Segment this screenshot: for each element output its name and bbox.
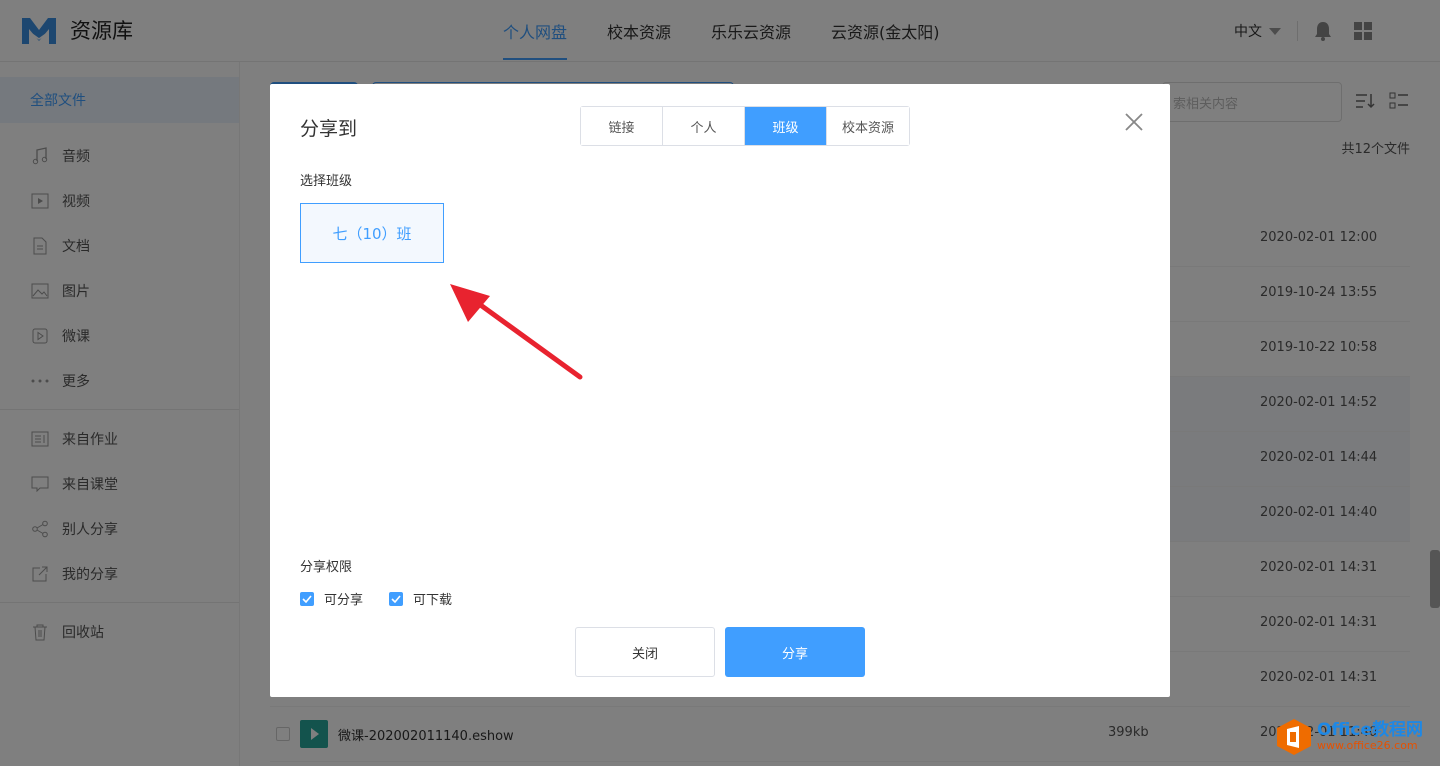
office-logo-icon: [1277, 719, 1311, 755]
checkbox-checked-icon[interactable]: [389, 591, 404, 606]
select-class-label: 选择班级: [300, 174, 353, 189]
watermark-title: Office教程网: [1317, 720, 1424, 741]
checkbox-checked-icon[interactable]: [300, 591, 314, 606]
share-dialog: 分享到 链接 个人 班级 校本资源 选择班级 七（10）班 分享权限 可分享 可…: [270, 84, 1170, 697]
class-option[interactable]: 七（10）班: [300, 203, 444, 263]
permission-can-share[interactable]: 可分享: [300, 589, 363, 608]
permission-label: 可下载: [413, 593, 453, 608]
scrollbar-handle[interactable]: [1430, 550, 1440, 608]
close-button[interactable]: 关闭: [575, 627, 715, 677]
permission-can-download[interactable]: 可下载: [389, 589, 452, 608]
watermark-url: www.office26.com: [1317, 739, 1418, 753]
share-button[interactable]: 分享: [725, 627, 865, 677]
permission-options: 可分享 可下载: [300, 589, 478, 608]
close-icon[interactable]: [1124, 112, 1144, 132]
watermark: Office教程网 www.office26.com: [1275, 718, 1423, 756]
tab-personal[interactable]: 个人: [663, 107, 745, 145]
annotation-arrow: [450, 284, 583, 380]
share-target-tabs: 链接 个人 班级 校本资源: [580, 106, 910, 146]
tab-school-resources[interactable]: 校本资源: [827, 107, 909, 145]
tab-link[interactable]: 链接: [581, 107, 663, 145]
tab-class[interactable]: 班级: [745, 107, 827, 145]
dialog-title: 分享到: [300, 118, 358, 140]
share-permission-label: 分享权限: [300, 560, 353, 575]
permission-label: 可分享: [324, 593, 364, 608]
